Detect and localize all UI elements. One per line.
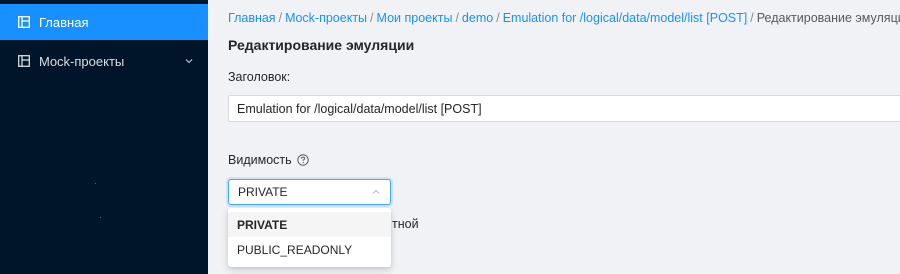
chevron-up-icon bbox=[371, 187, 381, 197]
breadcrumb-separator: / bbox=[278, 11, 283, 25]
option-private[interactable]: PRIVATE bbox=[228, 212, 391, 237]
breadcrumb-separator: / bbox=[496, 11, 500, 25]
breadcrumb-emulation[interactable]: Emulation for /logical/data/model/list [… bbox=[503, 11, 748, 25]
title-input[interactable] bbox=[228, 95, 900, 122]
page-title: Редактирование эмуляции bbox=[228, 37, 415, 53]
sidebar-item-mock-projects[interactable]: Mock-проекты bbox=[0, 43, 208, 79]
sidebar-item-home[interactable]: Главная bbox=[0, 4, 208, 40]
visibility-label: Видимость bbox=[228, 153, 309, 167]
breadcrumb-separator: / bbox=[750, 11, 754, 25]
visibility-select-value: PRIVATE bbox=[238, 185, 288, 199]
sidebar-item-label: Главная bbox=[39, 14, 89, 30]
visibility-select[interactable]: PRIVATE bbox=[228, 179, 391, 205]
sidebar: Главная Mock-проекты bbox=[0, 0, 208, 274]
question-circle-icon[interactable] bbox=[296, 154, 309, 166]
sidebar-item-label: Mock-проекты bbox=[39, 53, 125, 69]
project-icon bbox=[18, 55, 30, 67]
breadcrumb-separator: / bbox=[455, 11, 459, 25]
partially-hidden-label-text: тной bbox=[392, 217, 419, 231]
main-content: Главная / Mock-проекты / Мои проекты / demo / Em… bbox=[208, 0, 900, 274]
title-label: Заголовок: bbox=[228, 70, 291, 84]
breadcrumb-mock-projects[interactable]: Mock-проекты bbox=[285, 11, 367, 25]
visibility-label-text: Видимость bbox=[228, 153, 292, 167]
dashboard-icon bbox=[18, 16, 30, 28]
sidebar-dot bbox=[100, 217, 101, 218]
breadcrumb: Главная / Mock-проекты / Мои проекты / demo / Em… bbox=[228, 11, 900, 25]
breadcrumb-home[interactable]: Главная bbox=[228, 11, 276, 25]
app-layout: Главная Mock-проекты Главная / Mock-проект… bbox=[0, 0, 900, 274]
breadcrumb-project[interactable]: demo bbox=[462, 11, 493, 25]
visibility-dropdown: PRIVATE PUBLIC_READONLY bbox=[228, 208, 391, 267]
chevron-down-icon[interactable] bbox=[184, 56, 194, 66]
breadcrumb-separator: / bbox=[370, 11, 374, 25]
breadcrumb-my-projects[interactable]: Мои проекты bbox=[377, 11, 453, 25]
sidebar-dot bbox=[95, 183, 96, 184]
breadcrumb-current: Редактирование эмуляции bbox=[756, 11, 900, 25]
option-public-readonly[interactable]: PUBLIC_READONLY bbox=[228, 237, 391, 262]
